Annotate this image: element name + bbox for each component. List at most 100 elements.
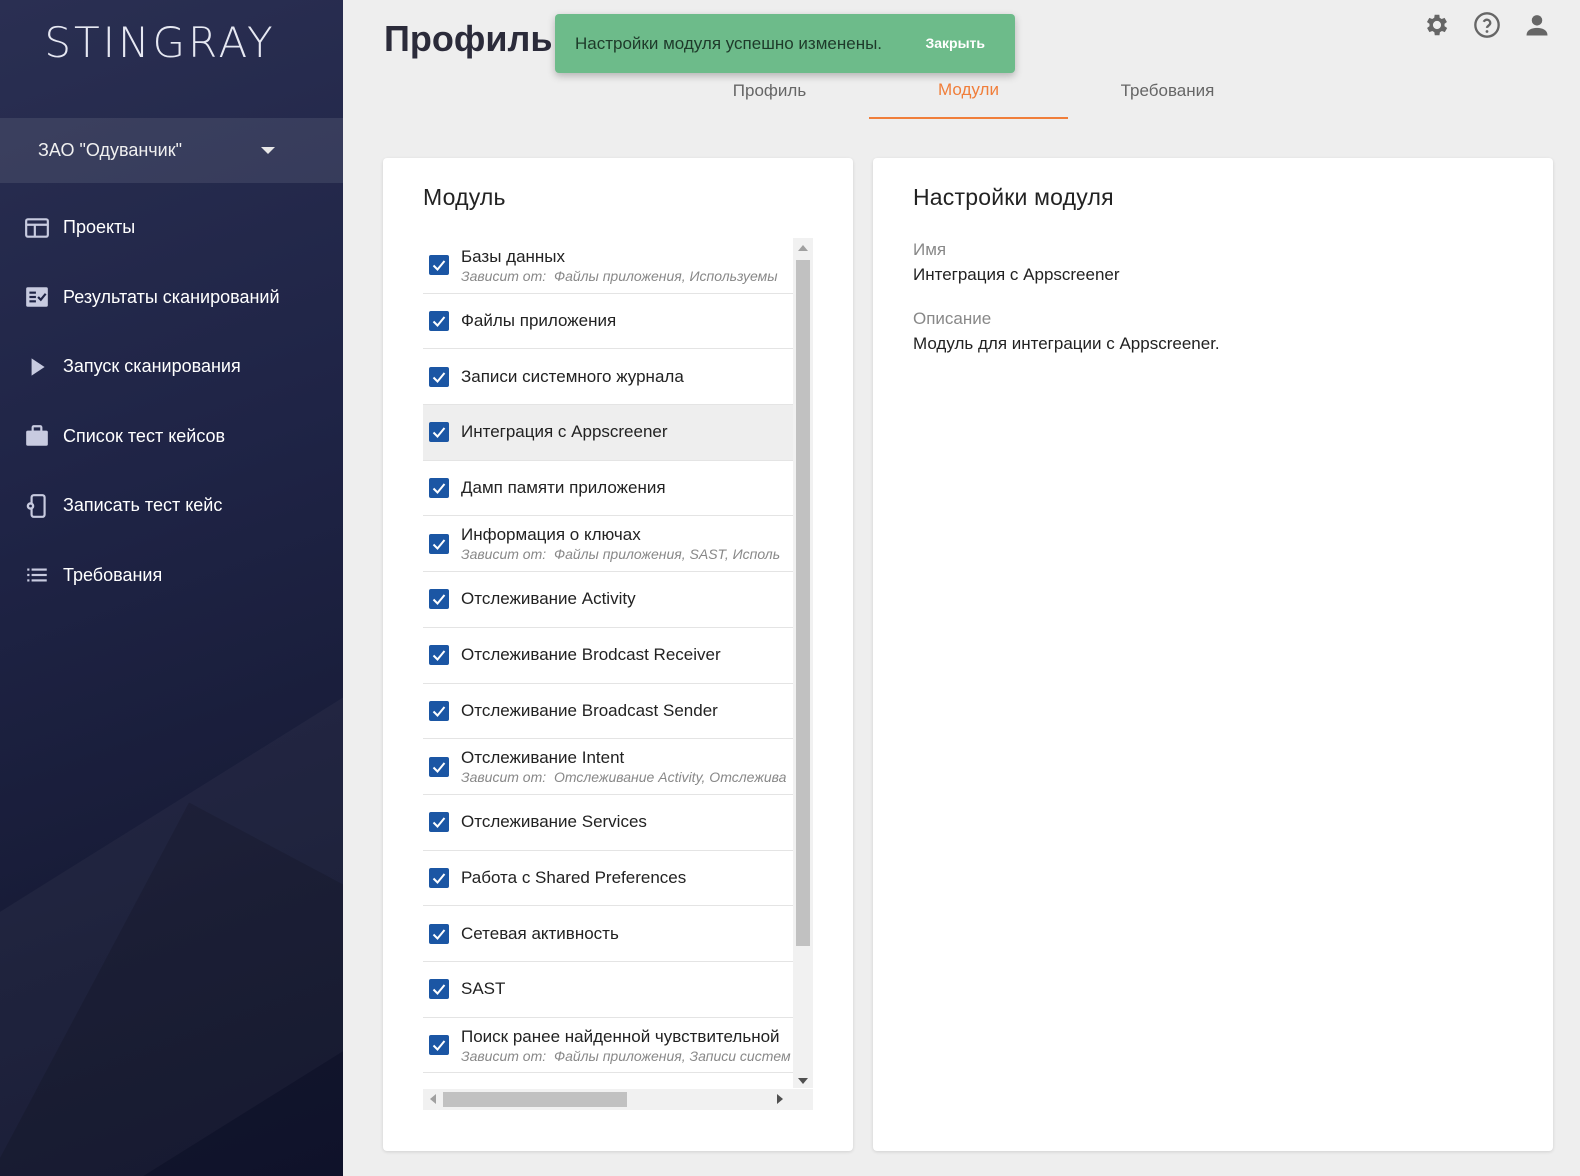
account-icon[interactable] [1522,10,1552,40]
page-title: Профиль [384,18,553,59]
sidebar-item-projects[interactable]: Проекты [0,193,343,263]
dependencies-list: Файлы приложения, SAST, Исполь [553,546,781,563]
briefcase-icon [23,422,51,450]
module-row[interactable]: Отслеживание Brodcast Receiver [423,628,793,684]
module-checkbox[interactable] [429,366,449,387]
success-toast: Настройки модуля успешно изменены. Закры… [555,14,1015,73]
module-text: Отслеживание Brodcast Receiver [461,645,721,665]
module-label: Файлы приложения [461,311,617,331]
module-label: Базы данных [461,247,566,266]
sidebar-item-label: Список тест кейсов [63,425,226,446]
module-row[interactable]: Записи системного журнала [423,349,793,406]
module-checkbox[interactable] [429,1034,449,1055]
dependencies-list: Файлы приложения, Записи систем [553,1047,791,1064]
scrollbar-thumb[interactable] [796,260,810,946]
checkmark-icon [432,594,446,606]
module-checkbox[interactable] [429,533,449,554]
list-icon [23,561,51,589]
checkmark-icon [432,873,446,884]
module-label: Поиск ранее найденной чувствительной [461,1026,780,1046]
module-row[interactable]: SAST [423,962,793,1018]
tab-requirements[interactable]: Требования [1068,62,1267,119]
chevron-down-icon [261,147,275,154]
modules-list: Базы данных Зависит от: Файлы приложения,… [423,238,793,1074]
module-text: Работа с Shared Preferences [461,868,686,888]
settings-icon[interactable] [1422,10,1452,40]
sidebar-item-results[interactable]: Результаты сканирований [0,263,343,333]
sidebar-item-run-scan[interactable]: Запуск сканирования [0,332,343,402]
module-label: Сетевая активность [461,923,619,943]
sidebar-item-label: Требования [63,564,163,585]
dependencies-prefix: Зависит от: [461,1047,547,1064]
sidebar-item-label: Результаты сканирований [63,286,280,307]
sidebar-item-label: Запуск сканирования [63,356,241,377]
module-text: Информация о ключах Зависит от: Файлы при… [461,525,780,562]
module-checkbox[interactable] [429,700,449,721]
module-row[interactable]: Дамп памяти приложения [423,461,793,517]
description-label: Описание [913,309,992,328]
module-row[interactable]: Информация о ключах Зависит от: Файлы при… [423,516,793,573]
module-row[interactable]: Отслеживание Services [423,795,793,851]
module-checkbox[interactable] [429,756,449,777]
module-checkbox[interactable] [429,311,449,332]
module-text: Базы данных Зависит от: Файлы приложения,… [461,247,778,284]
module-row[interactable]: Файлы приложения [423,294,793,350]
module-row[interactable]: Отслеживание Activity [423,572,793,628]
checkmark-icon [432,928,446,940]
module-checkbox[interactable] [429,478,449,499]
module-checkbox[interactable] [429,589,449,610]
checkmark-icon [432,984,446,996]
module-checkbox[interactable] [429,255,449,276]
org-selector[interactable]: ЗАО "Одуванчик" [0,118,343,183]
module-label: Отслеживание Brodcast Receiver [461,645,721,665]
sidebar-item-requirements[interactable]: Требования [0,541,343,611]
module-text: Поиск ранее найденной чувствительной Зави… [461,1027,791,1064]
sidebar-item-record-test-case[interactable]: Записать тест кейс [0,471,343,541]
module-label: Информация о ключах [461,525,641,545]
checkmark-icon [432,483,446,495]
module-label: Отслеживание Activity [461,589,636,609]
module-checkbox[interactable] [429,812,449,833]
vertical-scrollbar[interactable] [793,238,813,1088]
scrollbar-thumb[interactable] [443,1092,627,1107]
scroll-left-arrow-icon[interactable] [430,1094,436,1104]
module-checkbox[interactable] [429,867,449,888]
module-text: Отслеживание Services [461,812,647,832]
module-row[interactable]: Сетевая активность [423,906,793,962]
checkmark-icon [432,761,446,773]
module-row[interactable]: Отслеживание Broadcast Sender [423,684,793,740]
app-logo: STINGRAY [44,18,276,67]
sidebar: STINGRAY ЗАО "Одуванчик" Проекты Результ… [0,0,343,1176]
module-dependencies: Зависит от: Файлы приложения, Записи сис… [461,1048,791,1064]
module-checkbox[interactable] [429,422,449,443]
dependencies-list: Файлы приложения, Используемы [553,268,778,284]
module-label: SAST [461,979,506,999]
module-row[interactable]: Поиск ранее найденной чувствительной Зави… [423,1018,793,1074]
scroll-down-arrow-icon[interactable] [798,1078,808,1084]
module-row[interactable]: Интеграция с Appscreener [423,405,793,461]
scroll-up-arrow-icon[interactable] [798,245,808,251]
module-row[interactable]: Работа с Shared Preferences [423,851,793,907]
modules-title: Модуль [423,184,506,210]
help-icon[interactable] [1472,10,1502,40]
module-text: SAST [461,979,505,999]
modules-list-viewport[interactable]: Базы данных Зависит от: Файлы приложения,… [423,238,813,1110]
module-label: Записи системного журнала [461,366,684,386]
module-checkbox[interactable] [429,923,449,944]
toast-message: Настройки модуля успешно изменены. [575,33,883,53]
scroll-right-arrow-icon[interactable] [777,1094,783,1104]
projects-icon [23,214,51,242]
module-row[interactable]: Отслеживание Intent Зависит от: Отслежива… [423,739,793,795]
checkmark-icon [432,817,446,829]
checkmark-icon [432,650,446,662]
module-checkbox[interactable] [429,645,449,666]
module-checkbox[interactable] [429,979,449,1000]
module-settings-title: Настройки модуля [913,184,1114,210]
dependencies-list: Отслеживание Activity, Отслежива [553,769,787,786]
horizontal-scrollbar[interactable] [423,1089,813,1110]
dependencies-prefix: Зависит от: [461,769,547,786]
toast-close-button[interactable]: Закрыть [925,35,985,51]
module-label: Отслеживание Broadcast Sender [461,700,718,720]
sidebar-item-test-cases[interactable]: Список тест кейсов [0,402,343,472]
module-row[interactable]: Базы данных Зависит от: Файлы приложения,… [423,238,793,294]
